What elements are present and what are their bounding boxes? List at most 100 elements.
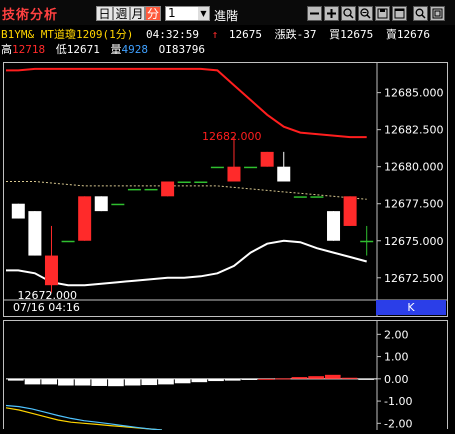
candle-body bbox=[61, 240, 75, 243]
candle-body bbox=[28, 211, 42, 256]
histogram-bar bbox=[41, 378, 58, 385]
indicator-chart-svg: 2.00 1.00 0.00 -1.00 -2.00 bbox=[5, 321, 412, 431]
histogram-bar bbox=[358, 378, 374, 380]
candle-body bbox=[44, 255, 58, 286]
last-price: 12675 bbox=[228, 28, 262, 41]
period-week-button[interactable]: 週 bbox=[113, 6, 130, 21]
indicator-tick-label: -1.00 bbox=[384, 395, 412, 408]
signal-line-yellow bbox=[5, 407, 163, 431]
candle-body bbox=[94, 196, 108, 212]
indicator-tick-label: 0.00 bbox=[384, 373, 409, 386]
histogram-bar bbox=[208, 378, 224, 382]
candle-body bbox=[78, 196, 92, 241]
histogram-bar bbox=[341, 377, 358, 379]
ask-price: 賣12676 bbox=[385, 28, 430, 41]
arrow-up-icon: ↑ bbox=[211, 28, 219, 41]
period-minute-button[interactable]: 分 bbox=[145, 6, 161, 21]
indicator-tick-label: 1.00 bbox=[384, 351, 409, 364]
histogram-bar bbox=[124, 378, 141, 386]
period-day-button[interactable]: 日 bbox=[96, 6, 113, 21]
price-tick-label: 12680.000 bbox=[384, 161, 444, 174]
histogram-bar bbox=[224, 378, 241, 381]
candle-body bbox=[161, 181, 175, 197]
close-icon[interactable] bbox=[430, 6, 445, 21]
histogram-bar bbox=[241, 378, 258, 380]
price-tick-label: 12685.000 bbox=[384, 87, 444, 100]
low-value: 12671 bbox=[66, 43, 100, 56]
symbol-label: B1YM& MT道瓊1209(1分) bbox=[1, 28, 134, 41]
plus-icon[interactable] bbox=[324, 6, 339, 21]
period-month-button[interactable]: 月 bbox=[130, 6, 145, 21]
upper-band-line bbox=[6, 67, 367, 139]
candle-body bbox=[194, 181, 208, 183]
histogram-bar bbox=[58, 378, 74, 386]
candle-body bbox=[111, 203, 125, 206]
candle-body bbox=[244, 166, 258, 169]
candle-body bbox=[11, 203, 25, 219]
quote-time: 04:32:59 bbox=[145, 28, 199, 41]
histogram-bar bbox=[158, 378, 174, 385]
signal-line-blue bbox=[5, 404, 163, 431]
histogram-bar bbox=[291, 377, 308, 379]
oi-value: 83796 bbox=[171, 43, 205, 56]
candle-body bbox=[293, 196, 307, 198]
price-chart-svg: 12685.000 12682.500 12680.000 12677.500 1267… bbox=[4, 63, 447, 316]
histogram-bar bbox=[91, 378, 108, 386]
zoom-in-icon[interactable] bbox=[341, 6, 356, 21]
histogram-bar bbox=[74, 378, 91, 386]
indicator-tick-label: 2.00 bbox=[384, 328, 409, 341]
quote-row-2: 高12718 低12671 量4928 OI83796 bbox=[1, 41, 205, 57]
price-tick-label: 12677.500 bbox=[384, 198, 444, 211]
price-tick-label: 12675.000 bbox=[384, 235, 444, 248]
high-value: 12718 bbox=[12, 43, 46, 56]
lower-band-line bbox=[6, 239, 367, 287]
candle-body bbox=[144, 188, 158, 191]
cursor-time-label: 07/16 04:16 bbox=[13, 301, 80, 314]
high-label: 高 bbox=[1, 43, 12, 56]
candle-body bbox=[310, 196, 324, 198]
k-label-badge: K bbox=[376, 300, 446, 315]
bid-price: 買12675 bbox=[329, 28, 374, 41]
histogram-bar bbox=[141, 378, 158, 386]
histogram-bar bbox=[24, 378, 41, 385]
volume-label: 量 bbox=[110, 43, 122, 56]
interval-value: 1 bbox=[168, 6, 176, 20]
price-tick-label: 12682.500 bbox=[384, 124, 444, 137]
candle-body bbox=[210, 166, 224, 169]
candle-body bbox=[260, 151, 274, 167]
quote-row-1: B1YM& MT道瓊1209(1分) 04:32:59 ↑ 12675 漲跌-3… bbox=[1, 26, 430, 42]
window-icon[interactable] bbox=[392, 6, 407, 21]
low-label: 低 bbox=[55, 43, 67, 56]
interval-select[interactable]: 1 ▼ bbox=[165, 6, 210, 21]
candle-body bbox=[327, 211, 341, 241]
candle-body bbox=[177, 181, 191, 183]
zoom-out-icon[interactable] bbox=[358, 6, 373, 21]
price-chart-pane[interactable]: 12685.000 12682.500 12680.000 12677.500 1267… bbox=[3, 62, 448, 317]
change-value: 漲跌-37 bbox=[274, 28, 317, 41]
histogram-bar bbox=[324, 374, 341, 379]
window-title: 技術分析 bbox=[2, 8, 59, 23]
save-icon[interactable] bbox=[375, 6, 390, 21]
histogram-bar bbox=[308, 376, 324, 379]
histogram-bar bbox=[274, 378, 291, 380]
indicator-pane[interactable]: 2.00 1.00 0.00 -1.00 -2.00 bbox=[3, 320, 448, 431]
advanced-button[interactable]: 進階 bbox=[214, 7, 238, 24]
candle-body bbox=[360, 240, 374, 243]
histogram-bar bbox=[174, 378, 191, 384]
indicator-tick-label: -2.00 bbox=[384, 417, 412, 430]
volume-value: 4928 bbox=[121, 43, 149, 56]
histogram-bar bbox=[258, 378, 274, 380]
chevron-down-icon[interactable]: ▼ bbox=[198, 7, 209, 20]
candle-body bbox=[227, 166, 241, 182]
price-tick-label: 12672.500 bbox=[384, 272, 444, 285]
histogram-bar bbox=[191, 378, 208, 383]
candle-body bbox=[127, 188, 141, 191]
search-icon[interactable] bbox=[413, 6, 428, 21]
histogram-bar bbox=[8, 378, 24, 381]
candle-body bbox=[343, 196, 357, 226]
histogram-bar bbox=[108, 378, 124, 387]
high-annotation-label: 12682.000 bbox=[202, 130, 262, 143]
candle-body bbox=[277, 166, 291, 182]
minus-icon[interactable] bbox=[307, 6, 322, 21]
toolbar: 技術分析 日 週 月 分 1 ▼ 進階 bbox=[0, 0, 455, 25]
